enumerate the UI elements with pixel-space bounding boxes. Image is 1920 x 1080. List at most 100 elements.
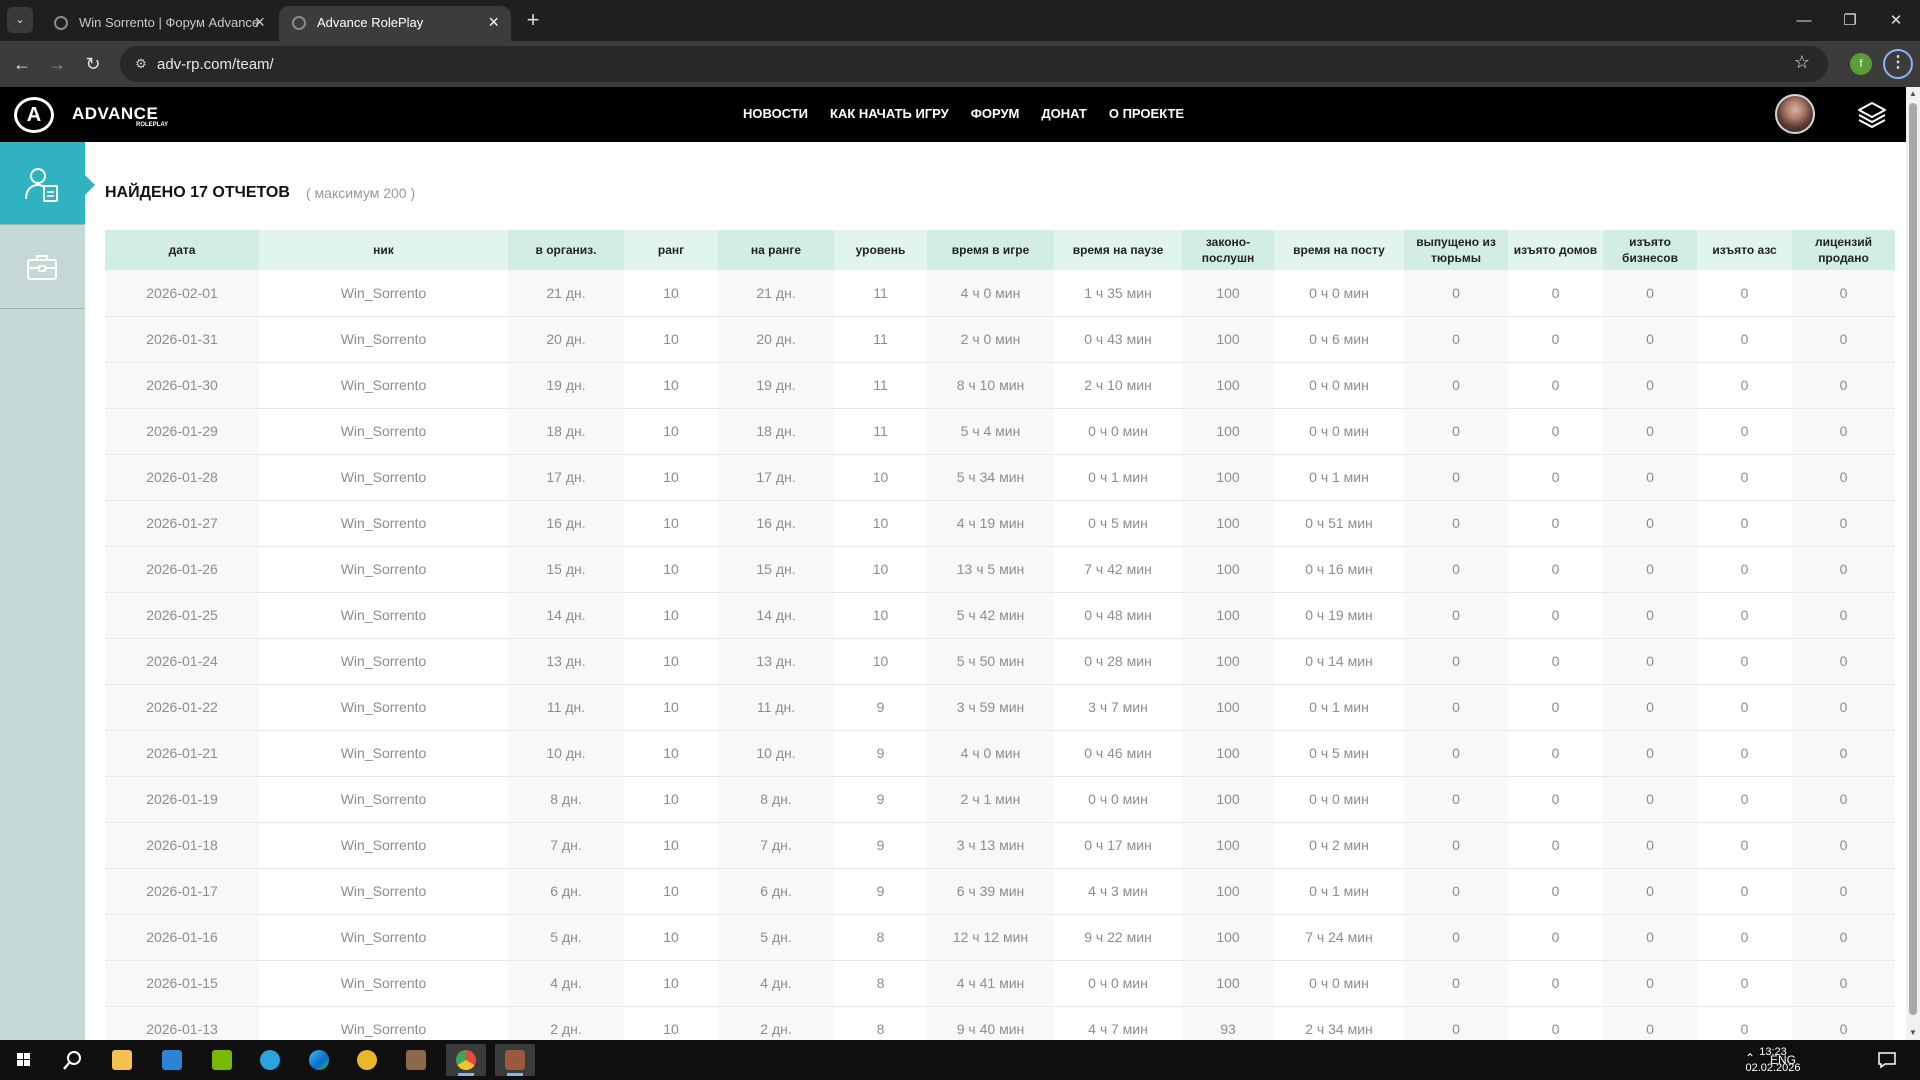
advance-logo[interactable]: A ADVANCE ROLEPLAY (14, 95, 174, 135)
table-cell: 10 (624, 362, 718, 409)
browser-toolbar: ← → ↻ ⚙ adv-rp.com/team/ ☆ f ⋮ (0, 41, 1920, 87)
user-avatar[interactable] (1775, 94, 1815, 134)
reload-button[interactable]: ↻ (78, 49, 108, 79)
close-window-button[interactable]: ✕ (1873, 0, 1919, 41)
browser-tab-forum[interactable]: Win Sorrento | Форум Advance × (41, 6, 277, 41)
folder-icon (112, 1050, 132, 1070)
table-cell: 0 (1508, 500, 1603, 547)
nav-donate[interactable]: ДОНАТ (1041, 106, 1086, 124)
table-cell: 0 (1508, 592, 1603, 639)
table-cell: 10 (624, 454, 718, 501)
taskbar-edge[interactable] (299, 1044, 339, 1076)
browser-tab-advance[interactable]: Advance RolePlay × (279, 6, 511, 41)
taskbar-search-button[interactable] (52, 1044, 92, 1076)
site-info-icon[interactable]: ⚙ (132, 55, 150, 73)
table-cell: Win_Sorrento (259, 500, 508, 547)
taskbar-nvidia[interactable] (202, 1044, 242, 1076)
table-cell: 100 (1182, 270, 1274, 317)
table-cell: 0 (1792, 960, 1895, 1007)
table-cell: 11 (834, 362, 927, 409)
nav-about[interactable]: О ПРОЕКТЕ (1109, 106, 1184, 124)
table-cell: 2026-01-19 (105, 776, 259, 823)
nav-news[interactable]: НОВОСТИ (743, 106, 808, 124)
table-cell: 8 (834, 914, 927, 961)
table-cell: Win_Sorrento (259, 638, 508, 685)
table-cell: 6 дн. (508, 868, 624, 915)
tab-search-button[interactable]: ⌄ (7, 7, 33, 33)
taskbar-file-explorer[interactable] (102, 1044, 142, 1076)
table-cell: 0 ч 1 мин (1054, 454, 1182, 501)
page-title: НАЙДЕНО 17 ОТЧЕТОВ (105, 184, 290, 201)
table-cell: 9 (834, 730, 927, 777)
table-cell: 2 ч 0 мин (927, 316, 1054, 363)
scroll-up-arrow-icon[interactable]: ▲ (1906, 87, 1920, 101)
table-cell: 10 (624, 270, 718, 317)
column-header: уровень (834, 230, 927, 270)
table-cell: 0 ч 1 мин (1274, 684, 1404, 731)
table-cell: 18 дн. (718, 408, 834, 455)
table-cell: 0 (1603, 730, 1697, 777)
url-text[interactable]: adv-rp.com/team/ (157, 56, 274, 73)
column-header: изъято домов (1508, 230, 1603, 270)
table-cell: 4 дн. (508, 960, 624, 1007)
page-scrollbar[interactable]: ▲ ▼ (1906, 87, 1920, 1040)
table-cell: 11 (834, 316, 927, 363)
table-cell: 10 (624, 638, 718, 685)
table-row: 2026-01-24 Win_Sorrento 13 дн. 10 13 дн. 10 5 … (105, 638, 1895, 685)
scroll-down-arrow-icon[interactable]: ▼ (1906, 1026, 1920, 1040)
table-cell: 0 (1508, 914, 1603, 961)
start-button[interactable] (4, 1044, 44, 1076)
forward-button[interactable]: → (42, 49, 72, 79)
notification-icon[interactable] (1877, 1051, 1897, 1069)
new-tab-button[interactable]: + (520, 6, 546, 34)
taskbar-game-launcher[interactable] (495, 1044, 535, 1076)
table-body: 2026-02-01 Win_Sorrento 21 дн. 10 21 дн. 11 4 … (105, 270, 1895, 1040)
taskbar-clock[interactable]: 13:23 02.02.2026 (1738, 1044, 1808, 1076)
back-button[interactable]: ← (7, 49, 37, 79)
taskbar-game[interactable] (396, 1044, 436, 1076)
browser-menu-button[interactable]: ⋮ (1883, 49, 1913, 79)
search-icon (63, 1051, 81, 1070)
table-cell: 14 дн. (718, 592, 834, 639)
sidebar-item-reports[interactable] (0, 142, 95, 225)
taskbar-winamp[interactable] (347, 1044, 387, 1076)
table-cell: 0 (1697, 362, 1792, 409)
taskbar-telegram[interactable] (250, 1044, 290, 1076)
restore-button[interactable]: ❐ (1827, 0, 1873, 41)
layers-icon[interactable] (1857, 100, 1887, 130)
table-cell: 0 (1404, 592, 1508, 639)
table-cell: 100 (1182, 500, 1274, 547)
table-cell: 4 ч 7 мин (1054, 1006, 1182, 1040)
table-cell: 2 ч 34 мин (1274, 1006, 1404, 1040)
column-header: выпущено из тюрьмы (1404, 230, 1508, 270)
table-cell: 0 (1792, 362, 1895, 409)
scrollbar-thumb[interactable] (1909, 103, 1917, 1015)
minimize-button[interactable]: — (1781, 0, 1827, 41)
table-cell: 0 (1792, 270, 1895, 317)
nav-forum[interactable]: ФОРУМ (971, 106, 1020, 124)
address-bar[interactable]: ⚙ adv-rp.com/team/ ☆ (120, 46, 1828, 82)
table-cell: 10 (624, 500, 718, 547)
table-cell: 10 (624, 546, 718, 593)
table-cell: 0 (1697, 638, 1792, 685)
nav-how-to-start[interactable]: КАК НАЧАТЬ ИГРУ (830, 106, 949, 124)
table-cell: 2 дн. (508, 1006, 624, 1040)
table-cell: 0 (1508, 454, 1603, 501)
table-row: 2026-01-17 Win_Sorrento 6 дн. 10 6 дн. 9 6 ч 3… (105, 868, 1895, 915)
table-cell: 18 дн. (508, 408, 624, 455)
bookmark-star-icon[interactable]: ☆ (1794, 52, 1810, 73)
table-cell: 0 (1603, 408, 1697, 455)
close-tab-icon[interactable]: × (254, 12, 265, 33)
taskbar-chrome[interactable] (446, 1044, 486, 1076)
taskbar-store[interactable] (152, 1044, 192, 1076)
table-cell: 2026-01-29 (105, 408, 259, 455)
close-tab-icon[interactable]: × (488, 12, 499, 33)
sidebar-item-briefcase[interactable] (0, 226, 85, 309)
table-cell: Win_Sorrento (259, 730, 508, 777)
table-cell: 0 (1508, 776, 1603, 823)
table-cell: 0 (1508, 638, 1603, 685)
table-cell: 0 (1603, 822, 1697, 869)
table-cell: 2026-01-25 (105, 592, 259, 639)
extension-profile-icon[interactable]: f (1850, 53, 1872, 75)
table-cell: 21 дн. (718, 270, 834, 317)
